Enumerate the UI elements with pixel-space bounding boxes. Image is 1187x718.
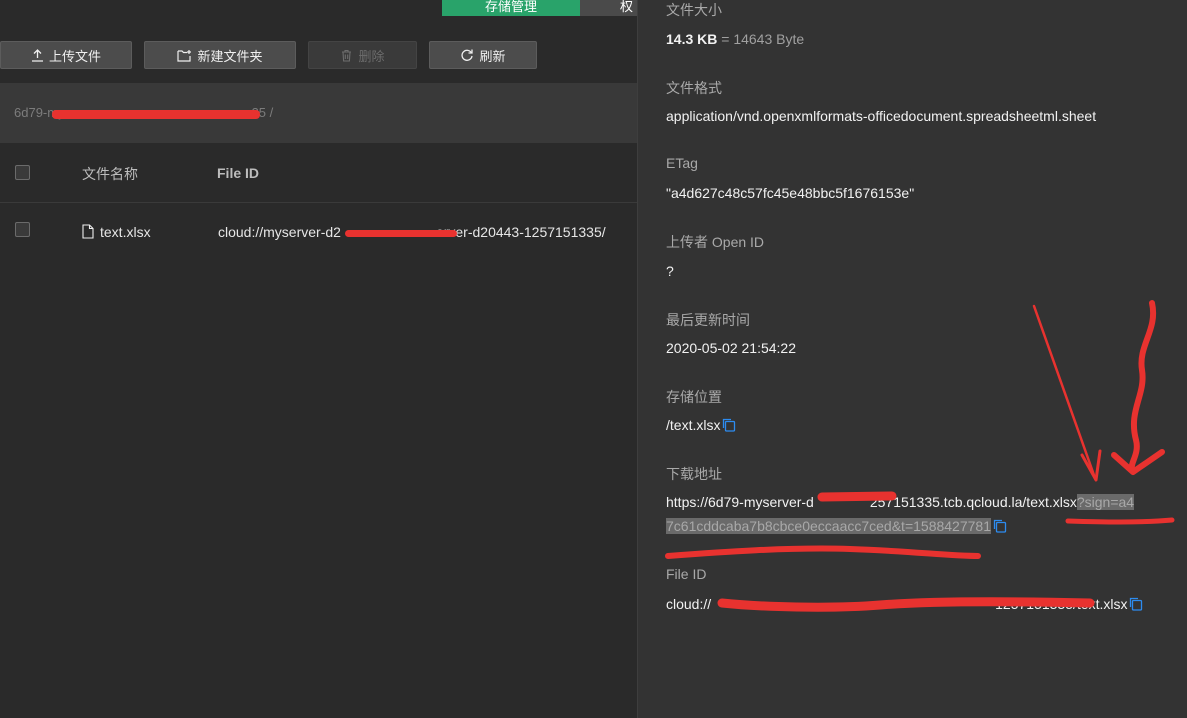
- download-url-line2[interactable]: 7c61cddcaba7b8cbce0eccaacc7ced&t=1588427…: [666, 518, 1007, 536]
- tab-permissions[interactable]: 权: [580, 0, 640, 16]
- file-detail-panel: 文件大小 14.3 KB = 14643 Byte 文件格式 applicati…: [637, 0, 1187, 718]
- location-path: /text.xlsx: [666, 417, 721, 433]
- refresh-label: 刷新: [479, 48, 506, 64]
- trash-icon: [340, 49, 353, 62]
- format-value: application/vnd.openxmlformats-officedoc…: [666, 108, 1097, 124]
- column-header-file-id: File ID: [217, 165, 260, 181]
- delete-label: 删除: [358, 48, 385, 64]
- file-id-end: erver-d20443-1257151335/: [435, 224, 606, 240]
- delete-button[interactable]: 删除: [308, 41, 417, 69]
- uploader-value: ?: [666, 263, 674, 279]
- tab-storage[interactable]: 存储管理: [442, 0, 580, 16]
- format-label: 文件格式: [666, 80, 722, 96]
- uploader-label: 上传者 Open ID: [666, 234, 765, 250]
- download-url-line1[interactable]: https://6d79-myserver-d 257151335.tcb.qcl…: [666, 494, 1135, 510]
- select-all-checkbox[interactable]: [15, 165, 30, 180]
- download-url-sign: ?sign=a4: [1076, 494, 1135, 510]
- redaction-mark: [52, 110, 260, 119]
- upload-button[interactable]: 上传文件: [0, 41, 132, 69]
- download-label: 下载地址: [666, 466, 722, 482]
- copy-icon[interactable]: [722, 418, 736, 435]
- new-folder-button[interactable]: 新建文件夹: [144, 41, 296, 69]
- size-label: 文件大小: [666, 2, 722, 18]
- size-bytes: = 14643 Byte: [721, 31, 805, 47]
- copy-icon[interactable]: [993, 519, 1007, 536]
- file-browser: 存储管理 权 上传文件 新建文件夹 删除 刷新 6d79-my 35 / 文件名…: [0, 0, 640, 718]
- file-icon: [82, 224, 94, 244]
- fileid-start: cloud://: [666, 596, 712, 612]
- etag-value: "a4d627c48c57fc45e48bbc5f1676153e": [666, 185, 915, 201]
- updated-value: 2020-05-02 21:54:22: [666, 340, 796, 356]
- refresh-icon: [460, 48, 474, 62]
- file-id-start: cloud://myserver-d2: [218, 224, 341, 240]
- updated-label: 最后更新时间: [666, 312, 750, 328]
- fileid-end: 1257151335/text.xlsx: [995, 596, 1128, 612]
- etag-label: ETag: [666, 155, 698, 171]
- file-name[interactable]: text.xlsx: [100, 224, 151, 240]
- redaction-mark: [345, 230, 457, 237]
- location-label: 存储位置: [666, 389, 722, 405]
- refresh-button[interactable]: 刷新: [429, 41, 537, 69]
- size-value: 14.3 KB = 14643 Byte: [666, 31, 804, 47]
- size-kb: 14.3 KB: [666, 31, 718, 47]
- fileid-value[interactable]: cloud:// 1257151335/text.xlsx: [666, 596, 1143, 614]
- download-url-sign-rest: 7c61cddcaba7b8cbce0eccaacc7ced&t=1588427…: [666, 518, 991, 534]
- row-checkbox[interactable]: [15, 222, 30, 237]
- table-header: 文件名称 File ID: [0, 143, 637, 203]
- table-row[interactable]: text.xlsx cloud://myserver-d2 erver-d2044…: [0, 203, 637, 261]
- new-folder-label: 新建文件夹: [197, 48, 263, 64]
- download-url-start: https://6d79-myserver-d: [666, 494, 814, 510]
- upload-label: 上传文件: [48, 48, 101, 64]
- download-url-mid: 257151335.tcb.qcloud.la/text.xlsx: [869, 494, 1077, 510]
- location-value: /text.xlsx: [666, 417, 736, 435]
- top-tabs: 存储管理 权: [442, 0, 640, 16]
- fileid-label: File ID: [666, 566, 707, 582]
- new-folder-icon: [177, 49, 192, 62]
- copy-icon[interactable]: [1129, 597, 1143, 614]
- column-header-name: 文件名称: [82, 166, 138, 182]
- upload-icon: [31, 48, 44, 62]
